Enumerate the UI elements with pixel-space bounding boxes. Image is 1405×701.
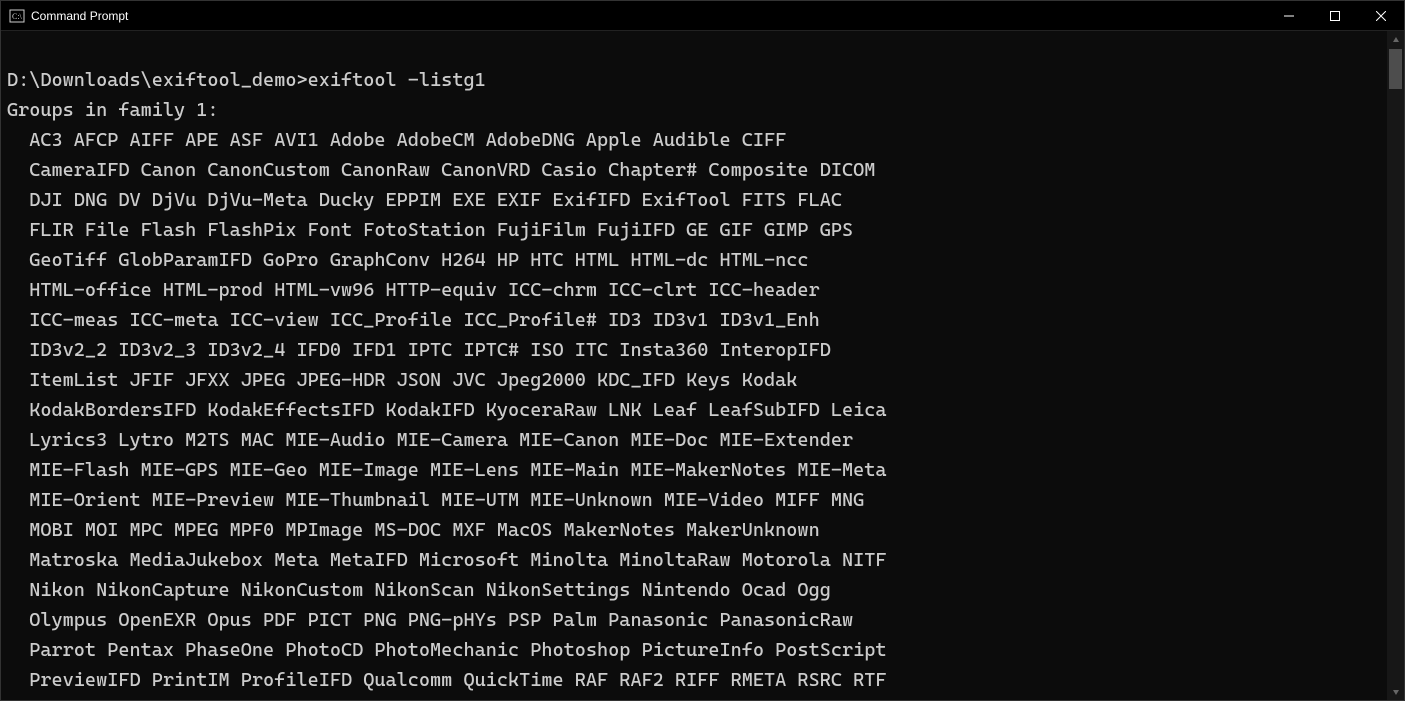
window-title: Command Prompt xyxy=(31,9,128,23)
maximize-button[interactable] xyxy=(1312,1,1358,30)
scroll-up-button[interactable] xyxy=(1387,31,1404,48)
minimize-button[interactable] xyxy=(1266,1,1312,30)
close-button[interactable] xyxy=(1358,1,1404,30)
window-controls xyxy=(1266,1,1404,30)
titlebar-left: C:\ Command Prompt xyxy=(1,8,128,24)
terminal-output[interactable]: D:\Downloads\exiftool_demo>exiftool -lis… xyxy=(1,31,1387,700)
svg-text:C:\: C:\ xyxy=(12,12,23,21)
command-prompt-window: C:\ Command Prompt D:\Downloads\exiftool… xyxy=(0,0,1405,701)
scroll-down-button[interactable] xyxy=(1387,683,1404,700)
scroll-thumb[interactable] xyxy=(1389,49,1402,89)
cmd-icon: C:\ xyxy=(9,8,25,24)
client-area: D:\Downloads\exiftool_demo>exiftool -lis… xyxy=(1,31,1404,700)
titlebar[interactable]: C:\ Command Prompt xyxy=(1,1,1404,31)
vertical-scrollbar[interactable] xyxy=(1387,31,1404,700)
